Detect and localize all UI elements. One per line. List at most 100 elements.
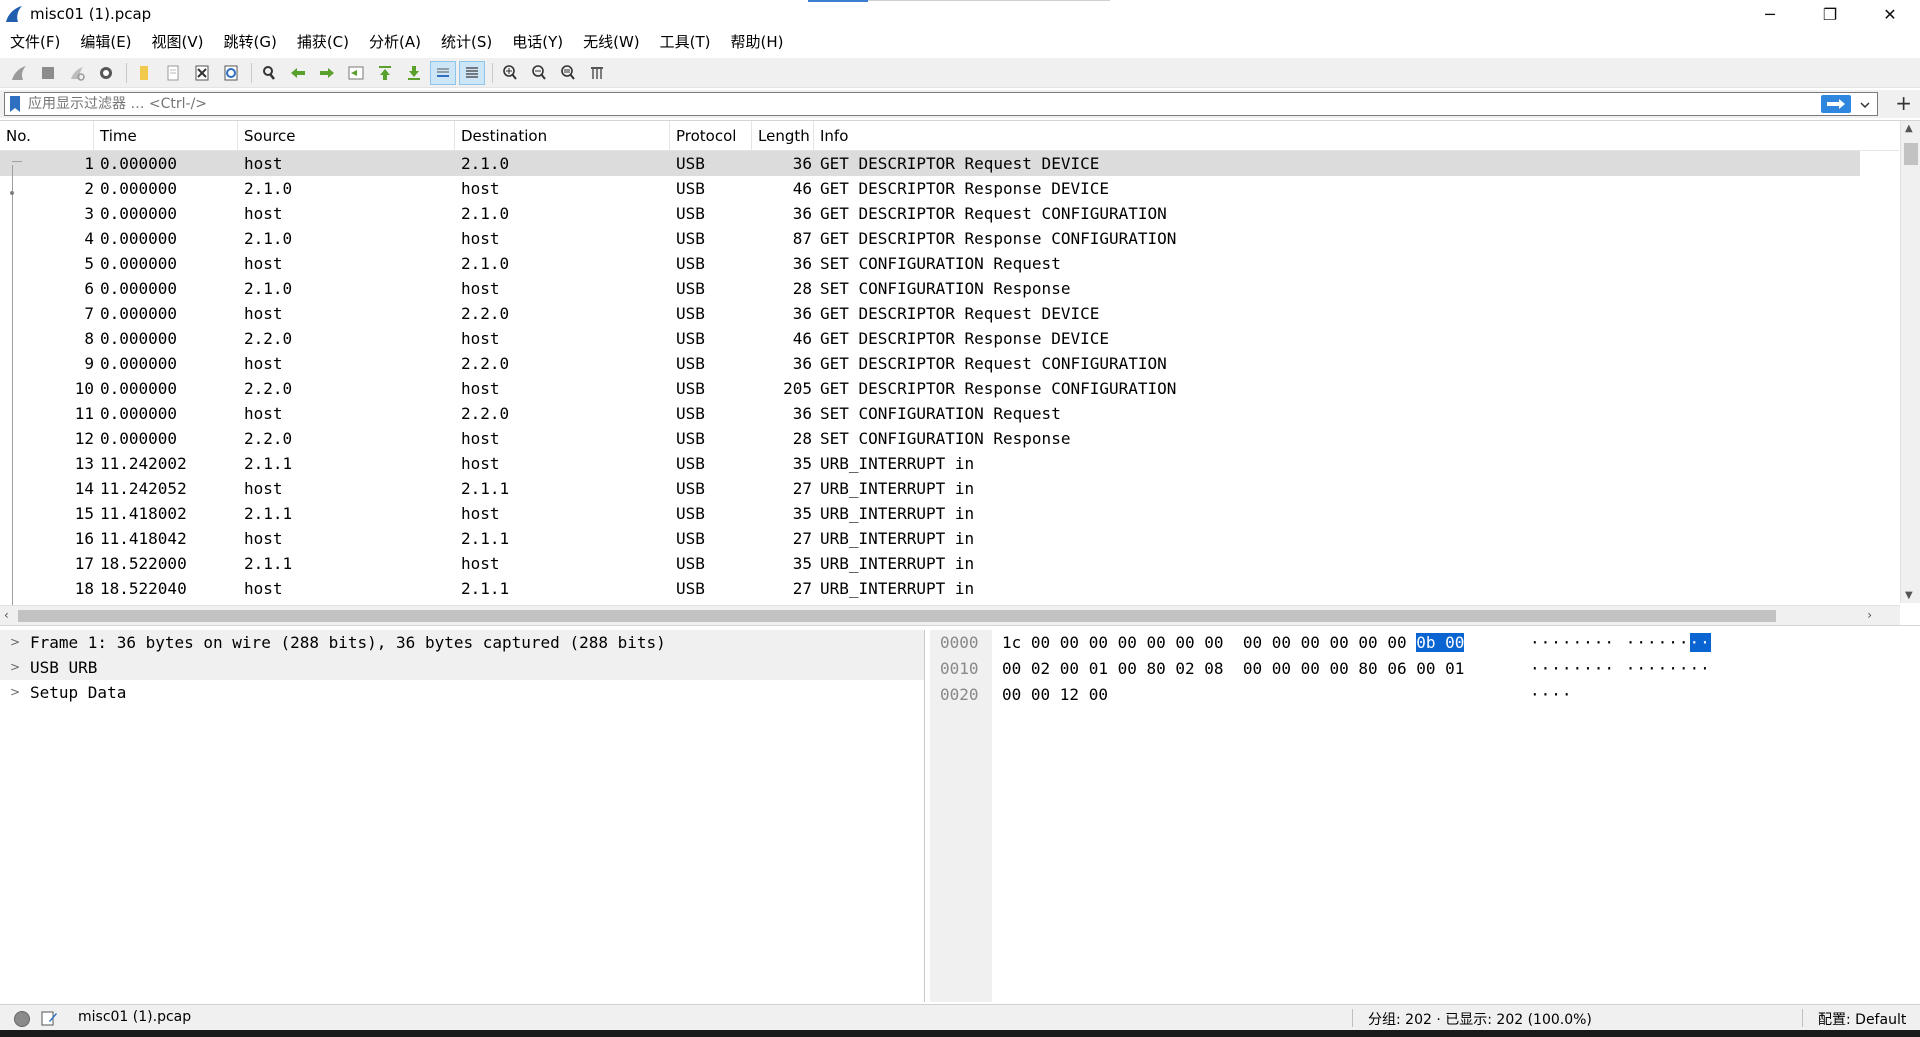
menu-view[interactable]: 视图(V)	[142, 28, 214, 56]
find-packet-button[interactable]	[256, 61, 282, 85]
table-row[interactable]: 7 0.000000 host 2.2.0 USB 36 GET DESCRIPTOR Re…	[0, 301, 1860, 326]
go-back-button[interactable]	[285, 61, 311, 85]
packet-protocol-cell: USB	[676, 454, 705, 473]
detail-row-usb-urb[interactable]: > USB URB	[0, 655, 924, 680]
table-row[interactable]: 15 11.418002 2.1.1 host USB 35 URB_INTERRUPT i…	[0, 501, 1860, 526]
hex-bytes-highlight[interactable]: 0b 00	[1416, 633, 1465, 652]
column-length[interactable]: Length	[752, 121, 814, 151]
column-destination[interactable]: Destination	[455, 121, 670, 151]
table-row[interactable]: 18 18.522040 host 2.1.1 USB 27 URB_INTERRUPT i…	[0, 576, 1860, 601]
zoom-reset-button[interactable]	[555, 61, 581, 85]
column-no[interactable]: No.	[0, 121, 94, 151]
table-row[interactable]: 12 0.000000 2.2.0 host USB 28 SET CONFIGURATIO…	[0, 426, 1860, 451]
hex-bytes[interactable]: 00 00 12 00	[1002, 685, 1108, 704]
table-row[interactable]: 4 0.000000 2.1.0 host USB 87 GET DESCRIPTOR Re…	[0, 226, 1860, 251]
reload-file-button[interactable]	[218, 61, 244, 85]
menu-file[interactable]: 文件(F)	[0, 28, 70, 56]
hex-bytes[interactable]: 1c 00 00 00 00 00 00 00 00 00 00 00 00 0…	[1002, 633, 1416, 652]
table-row[interactable]: 14 11.242052 host 2.1.1 USB 27 URB_INTERRUPT i…	[0, 476, 1860, 501]
go-forward-button[interactable]	[314, 61, 340, 85]
column-protocol[interactable]: Protocol	[670, 121, 752, 151]
column-source[interactable]: Source	[238, 121, 455, 151]
scroll-left-icon[interactable]: ‹	[4, 608, 9, 622]
expert-info-icon[interactable]	[14, 1011, 30, 1027]
menu-analyze[interactable]: 分析(A)	[359, 28, 431, 56]
resize-columns-button[interactable]	[584, 61, 610, 85]
byte-ascii-row[interactable]: ········ ········	[1530, 630, 1711, 656]
table-row[interactable]: 9 0.000000 host 2.2.0 USB 36 GET DESCRIPTOR Re…	[0, 351, 1860, 376]
open-file-button[interactable]	[131, 61, 157, 85]
restart-capture-button[interactable]	[64, 61, 90, 85]
chevron-right-icon[interactable]: >	[10, 680, 20, 705]
scrollbar-thumb[interactable]	[18, 610, 1776, 622]
menu-tools[interactable]: 工具(T)	[650, 28, 721, 56]
packet-list-horizontal-scrollbar[interactable]: ‹ ›	[0, 605, 1900, 625]
hex-bytes[interactable]: 00 02 00 01 00 80 02 08 00 00 00 00 80 0…	[1002, 659, 1464, 678]
zoom-in-button[interactable]	[497, 61, 523, 85]
menu-help[interactable]: 帮助(H)	[721, 28, 794, 56]
packet-time-cell: 0.000000	[100, 329, 178, 348]
close-file-button[interactable]	[189, 61, 215, 85]
close-button[interactable]: ✕	[1860, 0, 1920, 28]
ascii-bytes[interactable]: ········ ········	[1530, 659, 1711, 678]
table-row[interactable]: 1 0.000000 host 2.1.0 USB 36 GET DESCRIPTOR Re…	[0, 151, 1860, 176]
first-packet-button[interactable]	[372, 61, 398, 85]
menu-statistics[interactable]: 统计(S)	[431, 28, 502, 56]
column-time[interactable]: Time	[94, 121, 238, 151]
filter-history-dropdown[interactable]	[1857, 97, 1873, 113]
scroll-up-icon[interactable]: ▲	[1905, 123, 1913, 134]
menu-capture[interactable]: 捕获(C)	[287, 28, 359, 56]
column-info[interactable]: Info	[814, 121, 1899, 151]
packet-info-cell: URB_INTERRUPT in	[820, 554, 975, 573]
table-row[interactable]: 11 0.000000 host 2.2.0 USB 36 SET CONFIGURATIO…	[0, 401, 1860, 426]
table-row[interactable]: 13 11.242002 2.1.1 host USB 35 URB_INTERRUPT i…	[0, 451, 1860, 476]
chevron-right-icon[interactable]: >	[10, 655, 20, 680]
table-row[interactable]: 17 18.522000 2.1.1 host USB 35 URB_INTERRUPT i…	[0, 551, 1860, 576]
last-packet-button[interactable]	[401, 61, 427, 85]
save-file-button[interactable]	[160, 61, 186, 85]
byte-ascii-row[interactable]: ····	[1530, 682, 1573, 708]
table-row[interactable]: 3 0.000000 host 2.1.0 USB 36 GET DESCRIPTOR Re…	[0, 201, 1860, 226]
table-row[interactable]: 16 11.418042 host 2.1.1 USB 27 URB_INTERRUPT i…	[0, 526, 1860, 551]
ascii-bytes[interactable]: ········ ······	[1530, 633, 1690, 652]
ascii-bytes[interactable]: ····	[1530, 685, 1573, 704]
maximize-button[interactable]: ❐	[1800, 0, 1860, 28]
status-profile[interactable]: 配置: Default	[1818, 1009, 1906, 1029]
go-to-packet-button[interactable]	[343, 61, 369, 85]
start-capture-button[interactable]	[6, 61, 32, 85]
add-filter-button[interactable]: +	[1895, 92, 1912, 114]
ascii-bytes-highlight[interactable]: ··	[1689, 633, 1711, 652]
menu-edit[interactable]: 编辑(E)	[70, 28, 141, 56]
table-row[interactable]: 5 0.000000 host 2.1.0 USB 36 SET CONFIGURATION…	[0, 251, 1860, 276]
zoom-out-button[interactable]	[526, 61, 552, 85]
detail-row-setup-data[interactable]: > Setup Data	[0, 680, 924, 705]
table-row[interactable]: 2 0.000000 2.1.0 host USB 46 GET DESCRIPTOR Re…	[0, 176, 1860, 201]
chevron-right-icon[interactable]: >	[10, 630, 20, 655]
byte-hex-row[interactable]: 00 02 00 01 00 80 02 08 00 00 00 00 80 0…	[1002, 656, 1464, 682]
menu-go[interactable]: 跳转(G)	[214, 28, 287, 56]
byte-hex-row[interactable]: 00 00 12 00	[1002, 682, 1108, 708]
table-row[interactable]: 8 0.000000 2.2.0 host USB 46 GET DESCRIPTOR Re…	[0, 326, 1860, 351]
capture-options-button[interactable]	[93, 61, 119, 85]
capture-comment-icon[interactable]	[40, 1009, 58, 1027]
table-row[interactable]: 6 0.000000 2.1.0 host USB 28 SET CONFIGURATION…	[0, 276, 1860, 301]
minimize-button[interactable]: ─	[1740, 0, 1800, 28]
scroll-down-icon[interactable]: ▼	[1905, 590, 1913, 601]
auto-scroll-button[interactable]	[430, 60, 456, 85]
colorize-button[interactable]	[459, 60, 485, 85]
packet-source-cell: host	[244, 479, 283, 498]
scrollbar-thumb[interactable]	[1904, 143, 1918, 165]
menu-telephony[interactable]: 电话(Y)	[502, 28, 573, 56]
byte-ascii-row[interactable]: ········ ········	[1530, 656, 1711, 682]
stop-capture-button[interactable]	[35, 61, 61, 85]
packet-list-vertical-scrollbar[interactable]: ▲ ▼	[1900, 121, 1920, 603]
detail-row-frame[interactable]: > Frame 1: 36 bytes on wire (288 bits), …	[0, 630, 924, 655]
menu-wireless[interactable]: 无线(W)	[573, 28, 650, 56]
table-row[interactable]: 10 0.000000 2.2.0 host USB 205 GET DESCRIPTOR …	[0, 376, 1860, 401]
scroll-right-icon[interactable]: ›	[1867, 608, 1872, 622]
byte-hex-row[interactable]: 1c 00 00 00 00 00 00 00 00 00 00 00 00 0…	[1002, 630, 1465, 656]
display-filter-input[interactable]	[28, 96, 1788, 112]
packet-destination-cell: 2.1.0	[461, 154, 510, 173]
bookmark-icon[interactable]	[8, 95, 22, 113]
apply-filter-button[interactable]	[1821, 95, 1851, 113]
